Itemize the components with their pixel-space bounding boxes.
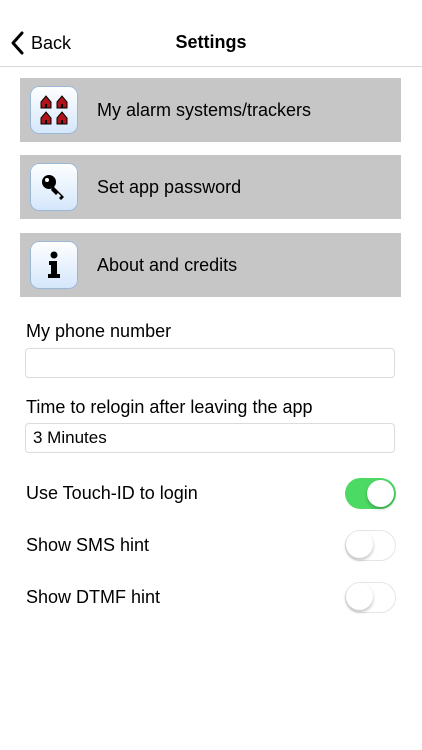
set-password-button[interactable]: Set app password [20, 155, 401, 219]
alarm-systems-button[interactable]: My alarm systems/trackers [20, 78, 401, 142]
alarm-systems-label: My alarm systems/trackers [97, 99, 312, 120]
page-title: Settings [175, 32, 247, 52]
dtmf-hint-label: Show DTMF hint [26, 586, 161, 607]
switch-knob [367, 479, 394, 507]
switch-knob [346, 531, 373, 558]
info-icon [30, 241, 78, 289]
phone-number-label: My phone number [26, 321, 172, 341]
about-button[interactable]: About and credits [20, 233, 401, 297]
about-label: About and credits [97, 254, 238, 275]
set-password-label: Set app password [97, 176, 242, 197]
houses-icon [30, 86, 78, 134]
sms-hint-label: Show SMS hint [26, 534, 150, 555]
relogin-time-label: Time to relogin after leaving the app [26, 397, 313, 417]
sms-hint-switch[interactable] [345, 529, 396, 561]
touch-id-row: Use Touch-ID to login [26, 477, 396, 509]
phone-number-field[interactable] [25, 348, 395, 378]
switch-knob [346, 583, 373, 610]
relogin-time-field[interactable]: 3 Minutes [25, 423, 395, 453]
key-icon [30, 163, 78, 211]
navigation-bar: Back Settings [0, 0, 422, 67]
sms-hint-row: Show SMS hint [26, 529, 396, 561]
dtmf-hint-switch[interactable] [345, 581, 396, 613]
touch-id-label: Use Touch-ID to login [26, 482, 198, 503]
touch-id-switch[interactable] [345, 477, 396, 509]
dtmf-hint-row: Show DTMF hint [26, 581, 396, 613]
